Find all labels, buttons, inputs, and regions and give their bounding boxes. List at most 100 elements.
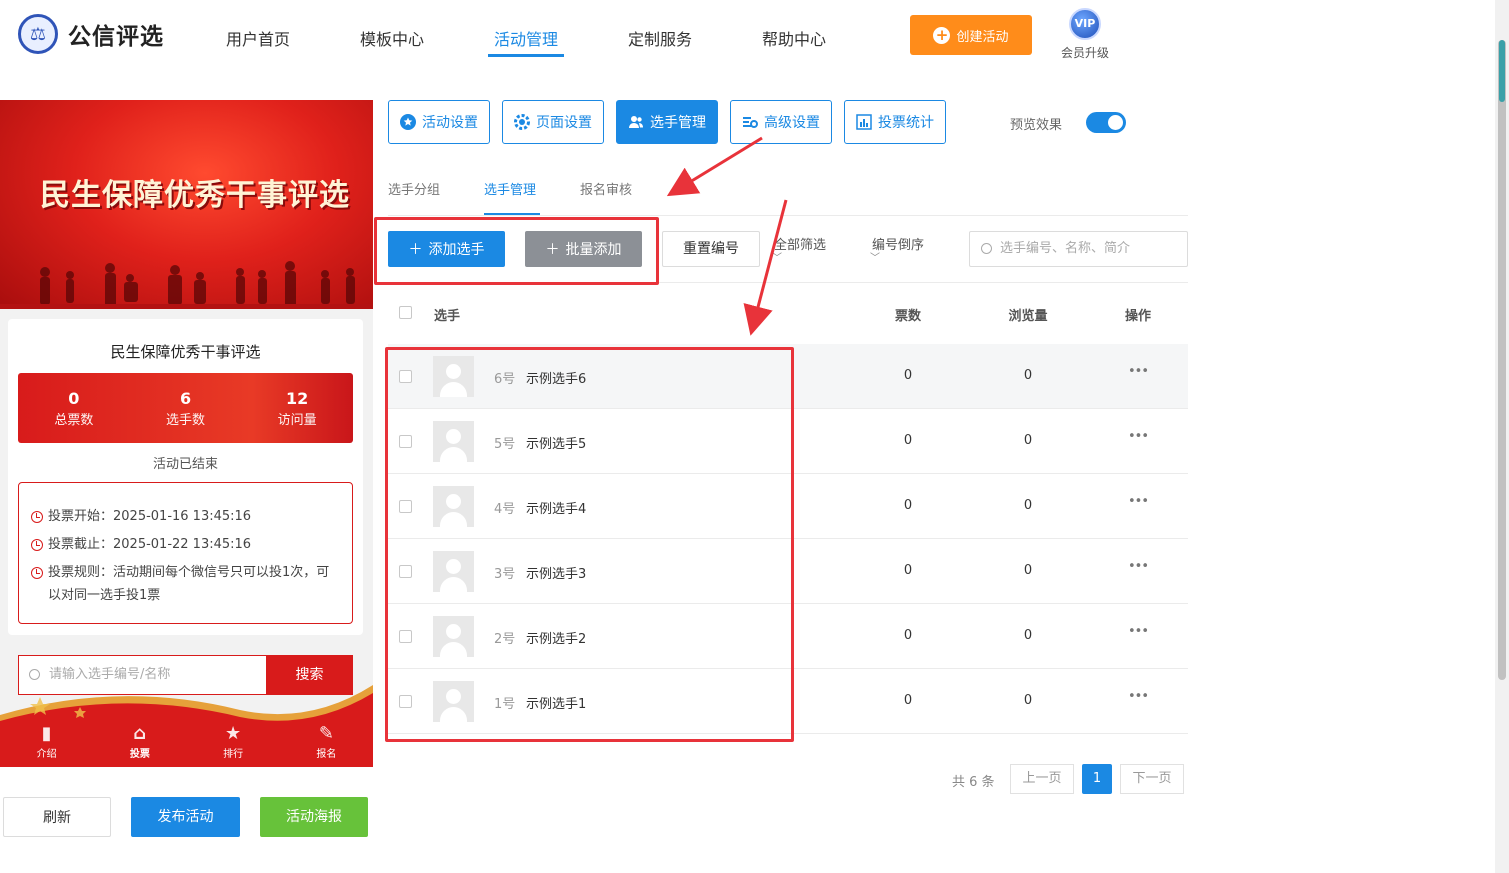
nav-help-center[interactable]: 帮助中心 xyxy=(762,26,826,50)
contestant-management-button[interactable]: 选手管理 xyxy=(616,100,718,144)
vote-rules-box: 投票开始：2025-01-16 13:45:16 投票截止：2025-01-22… xyxy=(18,482,353,624)
subtab-active-indicator xyxy=(484,213,540,215)
nav-template-center[interactable]: 模板中心 xyxy=(360,26,424,50)
vip-upgrade[interactable]: VIP 会员升级 xyxy=(1055,8,1115,61)
vote-rule-text: 投票规则：活动期间每个微信号只可以投1次，可以对同一选手投1票 xyxy=(48,565,330,603)
preview-search-input[interactable]: 请输入选手编号/名称 xyxy=(18,655,266,695)
reset-number-button[interactable]: 重置编号 xyxy=(662,231,760,267)
more-actions-icon[interactable]: ••• xyxy=(1124,624,1152,639)
stat-contestants: 6 选手数 xyxy=(130,373,242,443)
stat-value: 6 xyxy=(179,389,192,408)
logo[interactable]: ⚖ 公信评选 xyxy=(18,14,164,54)
more-actions-icon[interactable]: ••• xyxy=(1124,494,1152,509)
preview-search-button[interactable]: 搜索 xyxy=(266,655,353,695)
next-page-button[interactable]: 下一页 xyxy=(1120,764,1184,794)
contestant-management-label: 选手管理 xyxy=(650,115,706,131)
all-filter-label: 全部筛选 xyxy=(773,238,826,253)
stat-label: 选手数 xyxy=(166,413,206,428)
search-icon xyxy=(29,669,40,680)
subtab-contestant-management[interactable]: 选手管理 xyxy=(484,179,536,198)
activity-settings-button[interactable]: 活动设置 xyxy=(388,100,490,144)
tab-label: 介绍 xyxy=(36,749,57,760)
vote-rule-line: 投票规则：活动期间每个微信号只可以投1次，可以对同一选手投1票 xyxy=(31,561,342,607)
preview-effect-label: 预览效果 xyxy=(1010,118,1063,133)
logo-text: 公信评选 xyxy=(68,24,164,50)
preview-search-placeholder: 请输入选手编号/名称 xyxy=(49,667,171,682)
annotation-highlight-actions xyxy=(374,217,659,285)
stats-panel: 0 总票数 6 选手数 12 访问量 xyxy=(18,373,353,443)
gear-icon xyxy=(514,114,530,130)
banner-title: 民生保障优秀干事评选 xyxy=(40,178,350,213)
preview-effect-toggle[interactable] xyxy=(1086,112,1126,133)
search-icon xyxy=(981,243,992,254)
contestant-views: 0 xyxy=(1023,628,1033,643)
page-settings-label: 页面设置 xyxy=(536,115,592,131)
activity-status: 活动已结束 xyxy=(152,457,218,472)
contestant-search-placeholder: 选手编号、名称、简介 xyxy=(1000,241,1131,256)
vote-statistics-button[interactable]: 投票统计 xyxy=(844,100,946,144)
activity-info-card: 民生保障优秀干事评选 0 总票数 6 选手数 12 访问量 活动已结束 投票开始… xyxy=(8,319,363,635)
chevron-down-icon: ﹀ xyxy=(870,253,880,264)
more-actions-icon[interactable]: ••• xyxy=(1124,364,1152,379)
top-navigation: ⚖ 公信评选 用户首页 模板中心 活动管理 定制服务 帮助中心 + 创建活动 V… xyxy=(0,0,1495,72)
tab-intro[interactable]: ▮ 介绍 xyxy=(0,720,93,767)
preview-bottom-tabs: ▮ 介绍 ⌂ 投票 ★ 排行 ✎ 报名 xyxy=(0,720,373,767)
more-actions-icon[interactable]: ••• xyxy=(1124,689,1152,704)
vote-end-text: 投票截止：2025-01-22 13:45:16 xyxy=(48,537,252,552)
nav-activity-management[interactable]: 活动管理 xyxy=(494,26,558,50)
all-filter-dropdown[interactable]: 全部筛选 ﹀ xyxy=(770,234,830,265)
preview-search: 请输入选手编号/名称 搜索 xyxy=(18,655,353,695)
contestant-views: 0 xyxy=(1023,498,1033,513)
scrollbar-indicator xyxy=(1499,40,1505,102)
stat-visits: 12 访问量 xyxy=(241,373,353,443)
header-actions: 操作 xyxy=(1124,309,1151,324)
tab-label: 报名 xyxy=(316,749,337,760)
stat-total-votes: 0 总票数 xyxy=(18,373,130,443)
stat-value: 12 xyxy=(286,389,309,408)
refresh-button[interactable]: 刷新 xyxy=(3,797,111,837)
star-circle-icon xyxy=(400,114,416,130)
contestant-views: 0 xyxy=(1023,693,1033,708)
clock-icon xyxy=(31,539,43,551)
prev-page-button[interactable]: 上一页 xyxy=(1010,764,1074,794)
contestant-views: 0 xyxy=(1023,563,1033,578)
tab-signup[interactable]: ✎ 报名 xyxy=(280,720,373,767)
scrollbar-thumb[interactable] xyxy=(1498,40,1506,680)
more-actions-icon[interactable]: ••• xyxy=(1124,429,1152,444)
contestant-views: 0 xyxy=(1023,433,1033,448)
page: ⚖ 公信评选 用户首页 模板中心 活动管理 定制服务 帮助中心 + 创建活动 V… xyxy=(0,0,1509,873)
sort-desc-dropdown[interactable]: 编号倒序 ﹀ xyxy=(868,234,928,265)
tab-ranking[interactable]: ★ 排行 xyxy=(187,720,280,767)
chevron-down-icon: ﹀ xyxy=(772,253,782,264)
contestant-votes: 0 xyxy=(903,628,913,643)
contestant-search-input[interactable]: 选手编号、名称、简介 xyxy=(969,231,1188,267)
vote-statistics-label: 投票统计 xyxy=(878,115,934,131)
contestant-views: 0 xyxy=(1023,368,1033,383)
stat-value: 0 xyxy=(68,389,80,408)
subtab-signup-review[interactable]: 报名审核 xyxy=(580,179,632,198)
tab-label: 排行 xyxy=(223,749,244,760)
tab-vote[interactable]: ⌂ 投票 xyxy=(93,720,186,767)
contestant-votes: 0 xyxy=(903,693,913,708)
select-all-checkbox[interactable] xyxy=(399,306,412,319)
sliders-icon xyxy=(743,117,758,128)
users-icon xyxy=(629,116,643,128)
publish-activity-button[interactable]: 发布活动 xyxy=(131,797,240,837)
vote-end-line: 投票截止：2025-01-22 13:45:16 xyxy=(31,533,342,556)
subtab-divider xyxy=(388,215,1188,216)
activity-poster-button[interactable]: 活动海报 xyxy=(260,797,368,837)
advanced-settings-button[interactable]: 高级设置 xyxy=(730,100,832,144)
nav-user-home[interactable]: 用户首页 xyxy=(226,26,290,50)
create-activity-button[interactable]: + 创建活动 xyxy=(910,15,1032,55)
scales-logo-icon: ⚖ xyxy=(18,14,58,54)
page-settings-button[interactable]: 页面设置 xyxy=(502,100,604,144)
annotation-highlight-list xyxy=(385,347,794,742)
book-icon: ▮ xyxy=(41,723,52,744)
bar-chart-icon xyxy=(856,114,872,130)
subtab-contestant-groups[interactable]: 选手分组 xyxy=(388,179,440,198)
vip-badge-icon: VIP xyxy=(1069,8,1101,40)
page-number-current[interactable]: 1 xyxy=(1082,764,1112,794)
more-actions-icon[interactable]: ••• xyxy=(1124,559,1152,574)
nav-custom-service[interactable]: 定制服务 xyxy=(628,26,692,50)
edit-icon: ✎ xyxy=(318,723,334,744)
